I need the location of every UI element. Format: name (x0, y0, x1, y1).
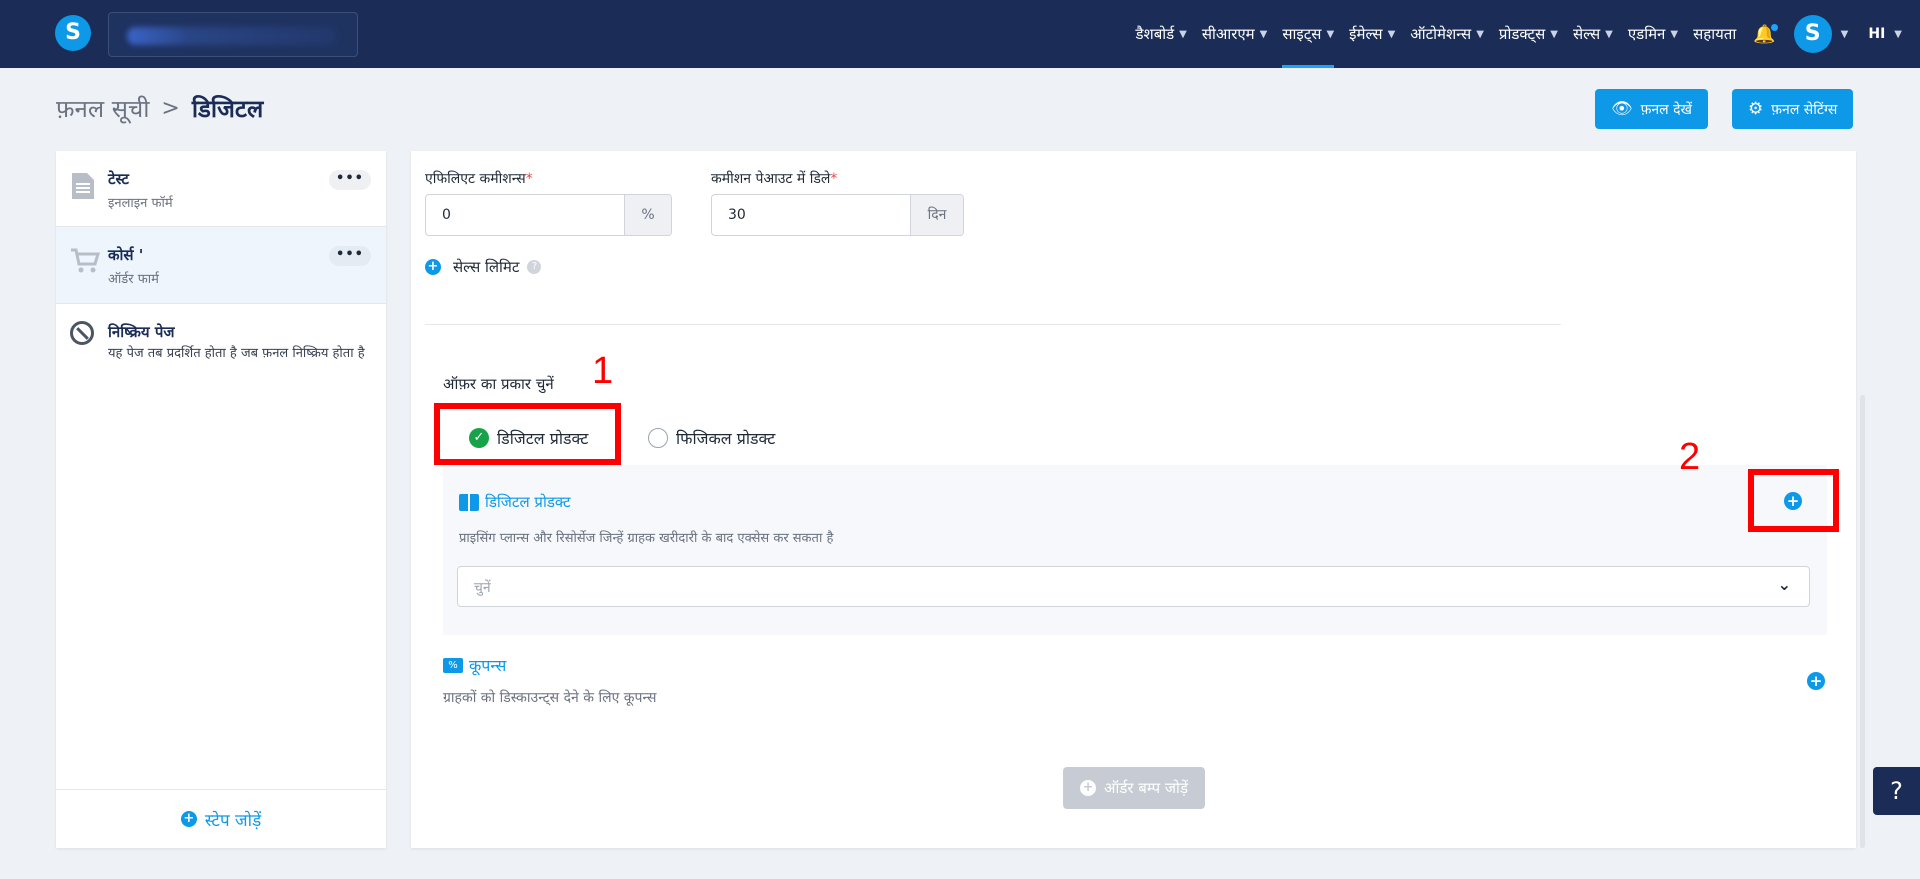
chevron-down-icon: ▼ (1670, 28, 1679, 40)
nav-admin[interactable]: एडमिन ▼ (1628, 0, 1678, 68)
breadcrumb: फ़नल सूची > डिजिटल (56, 92, 263, 125)
step-subtitle: इनलाइन फॉर्म (108, 196, 173, 211)
offer-type-label: ऑफ़र का प्रकार चुनें (443, 375, 554, 393)
scrollbar[interactable] (1860, 395, 1865, 848)
gear-icon: ⚙ (1748, 99, 1764, 119)
divider (425, 324, 1561, 325)
add-step-button[interactable]: + स्टेप जोड़ें (56, 789, 386, 848)
add-digital-product-button[interactable]: + (1784, 492, 1802, 510)
no-entry-icon (70, 321, 94, 345)
language-chevron[interactable]: ▼ (1889, 0, 1902, 68)
cart-icon (70, 247, 101, 277)
coupons-title: % कूपन्स (443, 654, 506, 676)
step-title: टेस्ट (108, 170, 129, 188)
view-funnel-button[interactable]: 👁 फ़नल देखें (1595, 89, 1708, 129)
sales-limit-toggle[interactable]: + सेल्स लिमिट ? (425, 257, 542, 277)
coupons-description: ग्राहकों को डिस्काउन्ट्स देने के लिए कूप… (443, 690, 657, 706)
eye-icon: 👁 (1611, 99, 1633, 119)
document-icon (70, 171, 98, 201)
breadcrumb-separator: > (161, 96, 180, 121)
account-switcher-blurred[interactable] (108, 12, 358, 57)
plus-circle-icon: + (1080, 780, 1097, 796)
step-course[interactable]: कोर्स ' ऑर्डर फार्म ••• (56, 227, 386, 304)
radio-digital-product[interactable]: ✓ डिजिटल प्रोडक्ट (469, 427, 588, 449)
nav-automations[interactable]: ऑटोमेशन्स ▼ (1410, 0, 1484, 68)
bell-icon[interactable]: 🔔 (1753, 23, 1778, 45)
breadcrumb-funnel-list[interactable]: फ़नल सूची (56, 92, 149, 125)
nav-help[interactable]: सहायता (1693, 0, 1736, 68)
step-inactive-page[interactable]: निष्क्रिय पेज यह पेज तब प्रदर्शित होता ह… (56, 304, 386, 394)
notification-dot (1770, 23, 1778, 31)
offer-settings-panel: एफिलिएट कमीशन्स* 0 % कमीशन पेआउट में डिल… (411, 151, 1856, 848)
funnel-steps-sidebar: टेस्ट इनलाइन फॉर्म ••• कोर्स ' ऑर्डर फार… (56, 151, 386, 848)
days-suffix: दिन (910, 195, 963, 235)
chevron-down-icon: ▼ (1476, 28, 1484, 40)
coupon-icon: % (443, 657, 463, 673)
chevron-down-icon: ▼ (1605, 28, 1613, 40)
step-title: निष्क्रिय पेज (108, 323, 175, 341)
step-subtitle: ऑर्डर फार्म (108, 272, 159, 287)
radio-physical-product[interactable]: फिजिकल प्रोडक्ट (648, 427, 775, 449)
digital-product-title: डिजिटल प्रोडक्ट (459, 492, 571, 512)
chevron-down-icon: ▼ (1387, 28, 1396, 40)
plus-circle-icon: + (425, 259, 441, 275)
avatar-chevron[interactable]: ▼ (1836, 0, 1849, 68)
chevron-down-icon: ▼ (1259, 28, 1268, 40)
add-order-bump-button[interactable]: + ऑर्डर बम्प जोड़ें (1063, 767, 1205, 809)
annotation-number: 1 (592, 350, 614, 392)
chevron-down-icon: ▼ (1550, 28, 1558, 40)
affiliate-commission-field[interactable]: 0 % (425, 194, 672, 236)
annotation-number: 2 (1679, 436, 1701, 478)
payout-delay-field[interactable]: 30 दिन (711, 194, 964, 236)
check-circle-icon: ✓ (469, 428, 489, 448)
add-coupon-button[interactable]: + (1807, 672, 1825, 690)
nav-emails[interactable]: ईमेल्स ▼ (1349, 0, 1395, 68)
language-selector[interactable]: HI (1868, 26, 1885, 42)
help-widget-button[interactable]: ? (1873, 767, 1920, 815)
main-nav: डैशबोर्ड ▼ सीआरएम ▼ साइट्स ▼ ईमेल्स ▼ ऑटोमेश… (1120, 0, 1920, 68)
more-options-button[interactable]: ••• (329, 170, 371, 190)
chevron-down-icon: ▼ (1840, 28, 1849, 40)
digital-product-description: प्राइसिंग प्लान्स और रिसोर्सेज जिन्हें ग… (459, 531, 834, 546)
top-navbar: S डैशबोर्ड ▼ सीआरएम ▼ साइट्स ▼ ईमेल्स ▼ ऑटोम… (0, 0, 1920, 68)
step-subtitle: यह पेज तब प्रदर्शित होता है जब फ़नल निष्… (108, 346, 365, 361)
step-test[interactable]: टेस्ट इनलाइन फॉर्म ••• (56, 151, 386, 227)
page-title: डिजिटल (191, 95, 264, 123)
step-title: कोर्स ' (108, 246, 144, 264)
radio-empty-icon (648, 428, 668, 448)
nav-crm[interactable]: सीआरएम ▼ (1202, 0, 1267, 68)
help-tooltip-icon[interactable]: ? (527, 260, 542, 274)
affiliate-commission-label: एफिलिएट कमीशन्स* (425, 171, 533, 187)
nav-products[interactable]: प्रोडक्ट्स ▼ (1499, 0, 1558, 68)
more-options-button[interactable]: ••• (329, 246, 371, 266)
nav-dashboard[interactable]: डैशबोर्ड ▼ (1135, 0, 1186, 68)
chevron-down-icon: ▼ (1179, 28, 1187, 40)
nav-sales[interactable]: सेल्स ▼ (1573, 0, 1613, 68)
funnel-settings-button[interactable]: ⚙ फ़नल सेटिंग्स (1732, 89, 1854, 129)
nav-sites[interactable]: साइट्स ▼ (1282, 0, 1334, 68)
digital-product-select[interactable]: चुनें ⌄ (457, 566, 1810, 607)
chevron-down-icon: ▼ (1894, 28, 1902, 40)
chevron-down-icon: ⌄ (1777, 575, 1791, 594)
box-icon (459, 493, 479, 511)
digital-product-section: डिजिटल प्रोडक्ट प्राइसिंग प्लान्स और रिस… (443, 465, 1827, 635)
plus-circle-icon: + (180, 811, 197, 827)
payout-delay-label: कमीशन पेआउट में डिले* (711, 171, 838, 187)
percent-suffix: % (624, 195, 671, 235)
app-logo[interactable]: S (55, 15, 91, 51)
chevron-down-icon: ▼ (1326, 28, 1335, 40)
avatar[interactable]: S (1793, 15, 1832, 53)
